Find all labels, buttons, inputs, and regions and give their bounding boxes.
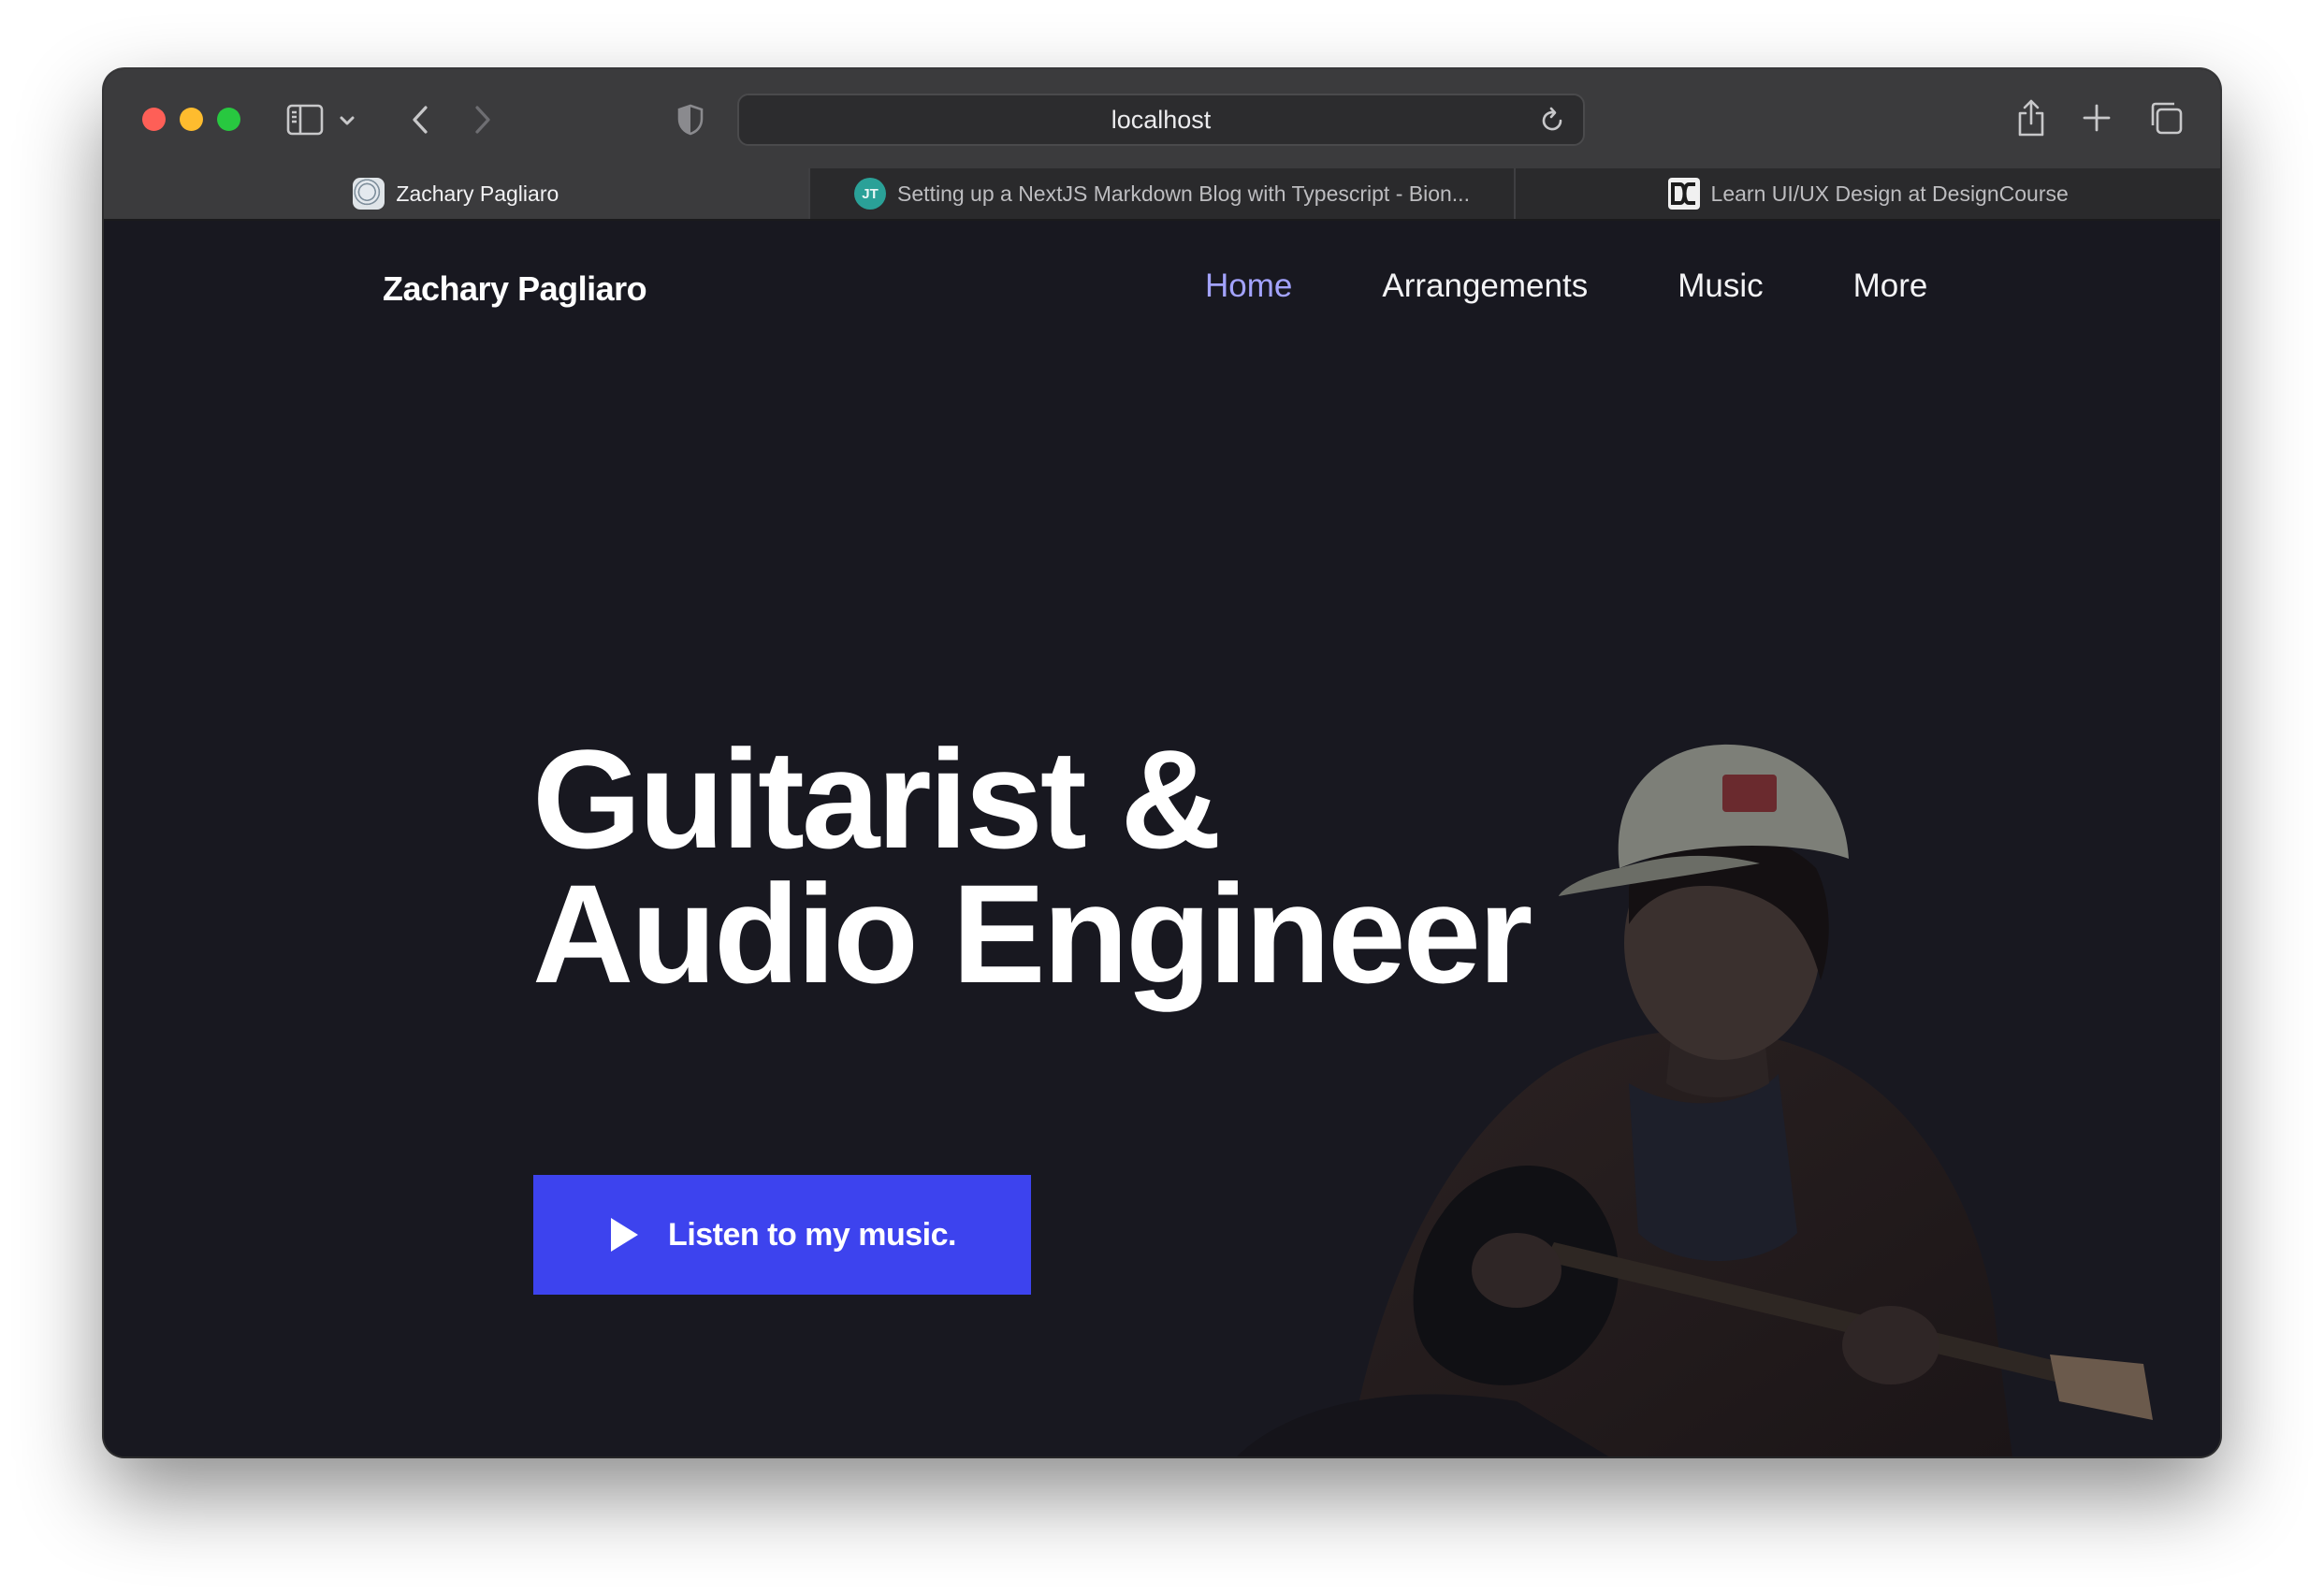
- browser-tab[interactable]: Learn UI/UX Design at DesignCourse: [1514, 168, 2220, 219]
- site-brand[interactable]: Zachary Pagliaro: [383, 269, 647, 309]
- tab-label: Learn UI/UX Design at DesignCourse: [1710, 181, 2069, 206]
- browser-toolbar: localhost: [104, 69, 2220, 168]
- reload-icon[interactable]: [1538, 107, 1566, 135]
- hero-title-line-2: Audio Engineer: [532, 855, 1532, 1012]
- url-text: localhost: [1111, 105, 1212, 134]
- browser-window: localhost Zachary Pagliaro JT Setting up…: [104, 69, 2220, 1456]
- privacy-shield-icon[interactable]: [675, 101, 706, 138]
- zoom-window-button[interactable]: [217, 108, 240, 131]
- tab-label: Zachary Pagliaro: [396, 181, 559, 206]
- tab-overview-icon[interactable]: [2145, 97, 2186, 138]
- main-nav: Home Arrangements Music More: [1205, 268, 1927, 305]
- chevron-down-icon[interactable]: [336, 107, 358, 135]
- forward-arrow-icon[interactable]: [464, 99, 501, 140]
- minimize-window-button[interactable]: [180, 108, 203, 131]
- tab-label: Setting up a NextJS Markdown Blog with T…: [897, 181, 1470, 206]
- new-tab-plus-icon[interactable]: [2078, 99, 2115, 137]
- sidebar-toggle-icon[interactable]: [286, 103, 324, 137]
- designcourse-logo-icon: [1667, 178, 1700, 210]
- nav-arrangements[interactable]: Arrangements: [1382, 268, 1588, 305]
- close-window-button[interactable]: [142, 108, 166, 131]
- listen-music-button[interactable]: Listen to my music.: [533, 1175, 1031, 1295]
- jt-avatar-icon: JT: [854, 178, 887, 210]
- hero-title-line-1: Guitarist &: [532, 720, 1222, 877]
- back-arrow-icon[interactable]: [401, 99, 439, 140]
- tab-bar: Zachary Pagliaro JT Setting up a NextJS …: [104, 168, 2220, 221]
- hero-title: Guitarist & Audio Engineer: [532, 729, 1711, 1004]
- browser-tab[interactable]: Zachary Pagliaro: [104, 168, 808, 219]
- address-bar[interactable]: localhost: [737, 94, 1585, 146]
- site-logo-icon: [353, 178, 385, 210]
- nav-more[interactable]: More: [1853, 268, 1928, 305]
- browser-tab[interactable]: JT Setting up a NextJS Markdown Blog wit…: [807, 168, 1515, 219]
- cta-label: Listen to my music.: [668, 1216, 956, 1253]
- share-icon[interactable]: [2012, 95, 2050, 140]
- nav-music[interactable]: Music: [1678, 268, 1763, 305]
- web-page: Zachary Pagliaro Home Arrangements Music…: [104, 223, 2220, 1456]
- play-icon: [608, 1216, 640, 1253]
- nav-home[interactable]: Home: [1205, 268, 1292, 305]
